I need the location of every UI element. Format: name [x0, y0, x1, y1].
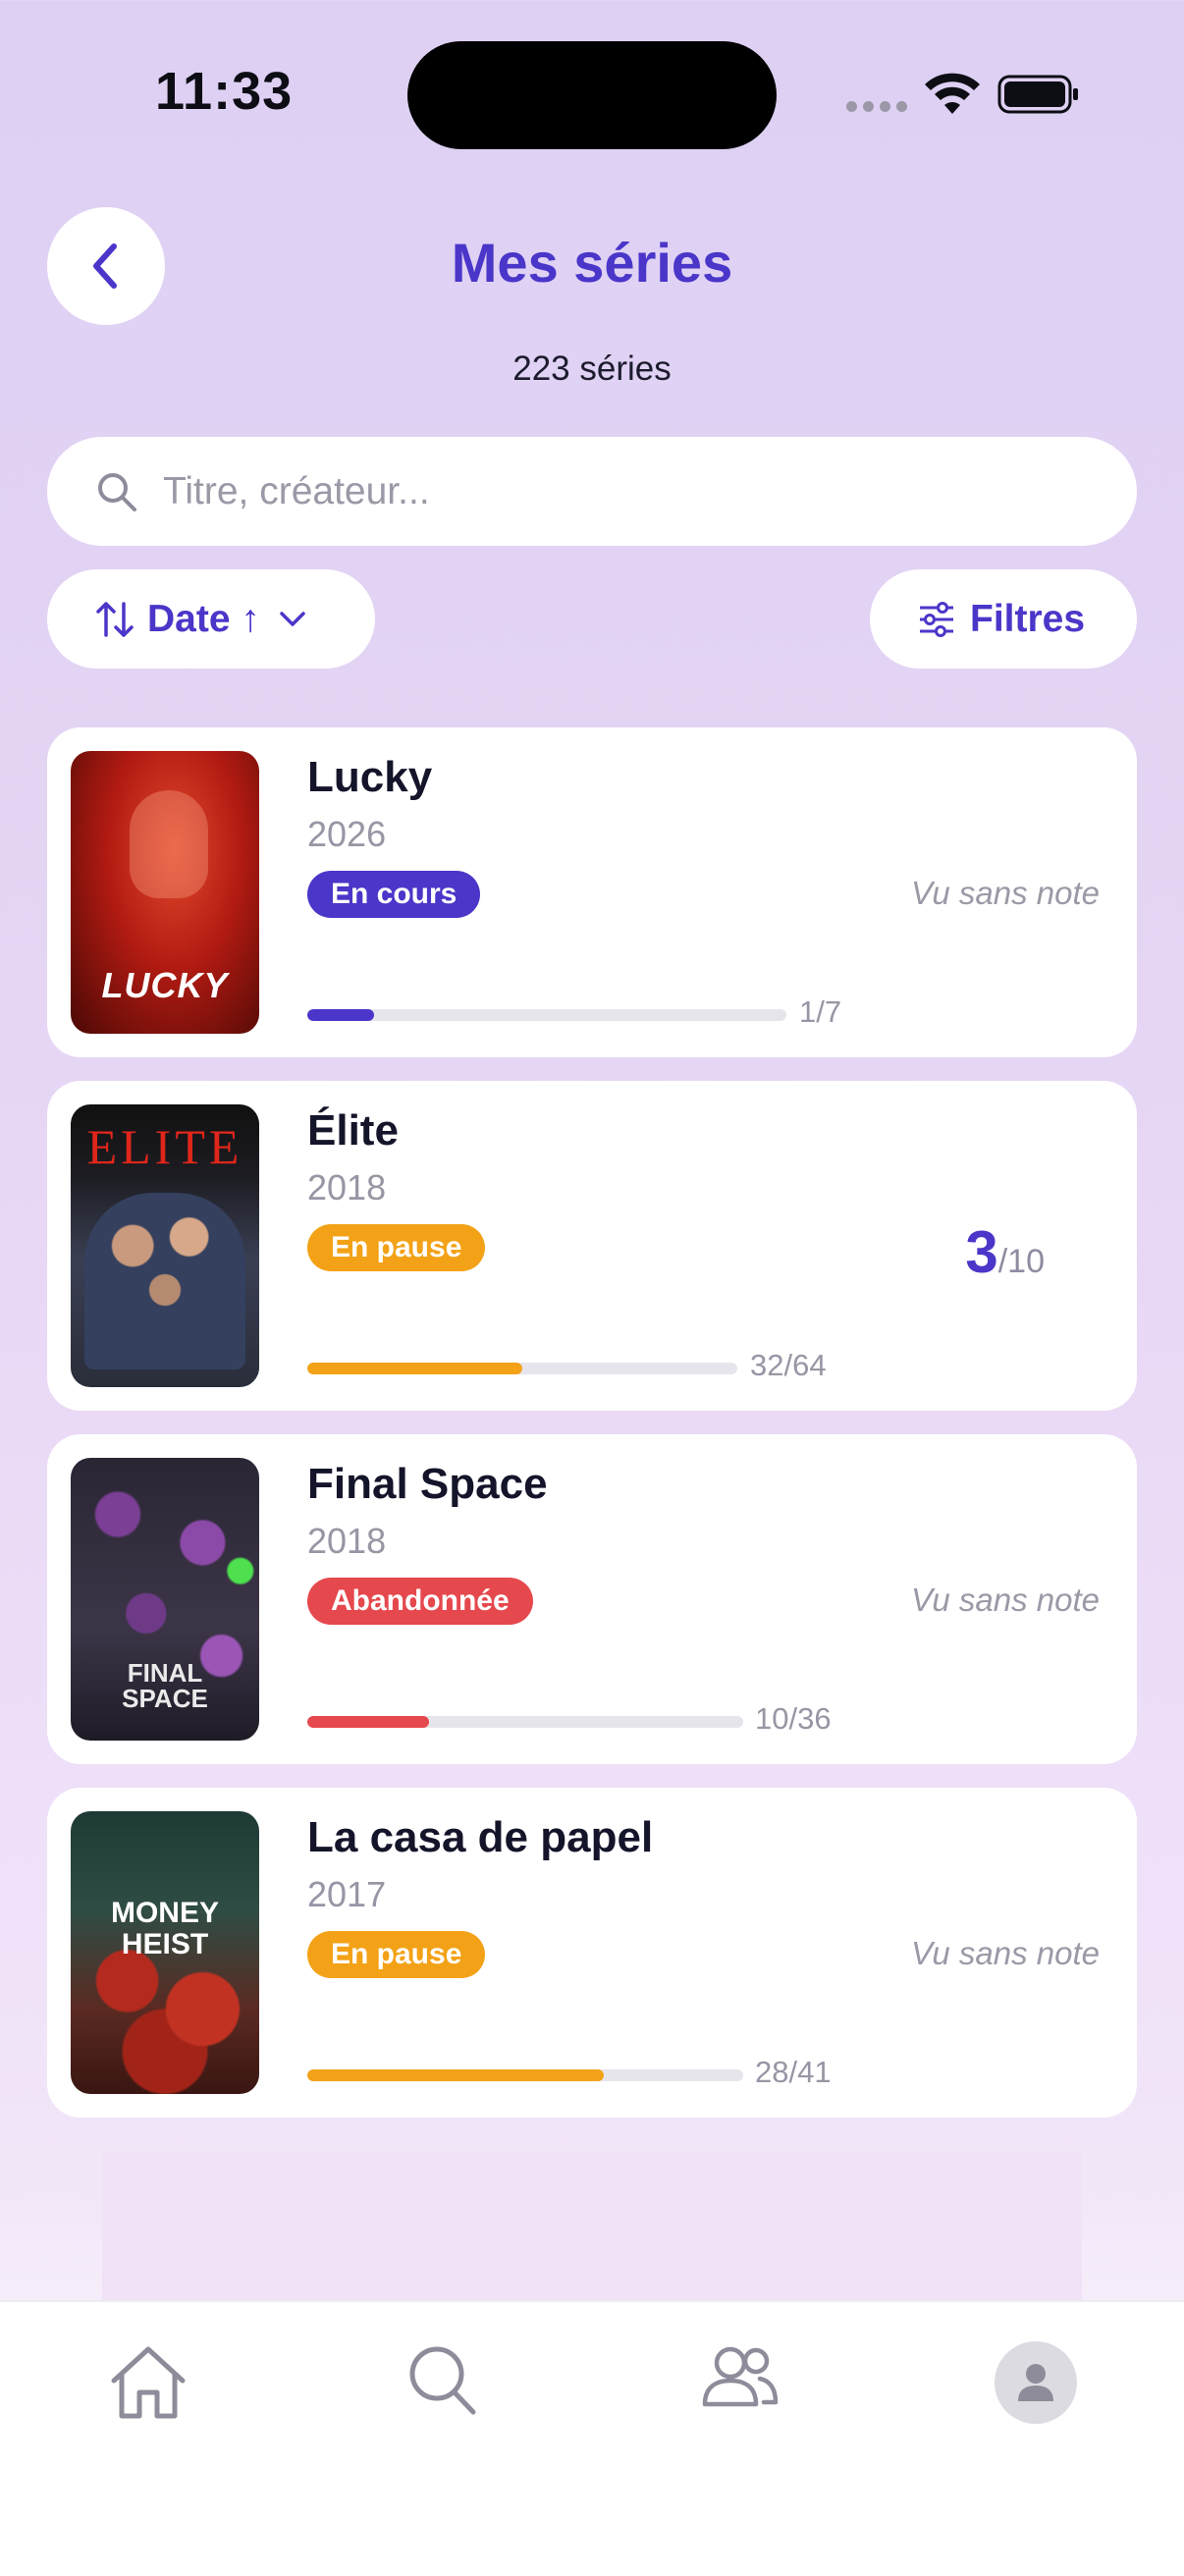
- sort-arrows-icon: [96, 601, 134, 637]
- rating-text: Vu sans note: [910, 1935, 1100, 1971]
- rating-text: Vu sans note: [910, 1582, 1100, 1618]
- rating-value: 3: [965, 1219, 998, 1285]
- filters-button[interactable]: Filtres: [870, 569, 1137, 669]
- status-badge: En cours: [307, 871, 481, 918]
- progress-bar: [307, 1363, 737, 1374]
- sort-label: Date ↑: [147, 597, 260, 640]
- series-card[interactable]: FINAL SPACE Final Space 2018 Abandonnée …: [47, 1434, 1137, 1764]
- poster-image: LUCKY: [71, 751, 259, 1034]
- series-count: 223 séries: [512, 349, 672, 388]
- status-time: 11:33: [155, 62, 294, 121]
- wifi-icon: [925, 73, 980, 114]
- friends-icon[interactable]: [699, 2343, 780, 2412]
- search-input[interactable]: [161, 468, 1049, 514]
- profile-avatar-icon[interactable]: [995, 2341, 1077, 2424]
- sliders-icon: [920, 601, 953, 637]
- status-badge: Abandonnée: [307, 1578, 533, 1625]
- user-silhouette-icon: [1018, 2364, 1053, 2401]
- poster-title-text: LUCKY: [101, 965, 229, 1005]
- filters-label: Filtres: [970, 597, 1086, 640]
- poster-title-text: MONEY HEIST: [110, 1897, 219, 1960]
- search-icon[interactable]: [406, 2343, 479, 2418]
- series-year: 2017: [307, 1874, 387, 1914]
- progress-text: 28/41: [755, 2055, 832, 2089]
- poster-title-text: ELITE: [86, 1119, 243, 1174]
- status-badge: En pause: [307, 1224, 486, 1271]
- signal-dots-icon: [846, 101, 907, 112]
- series-card[interactable]: MONEY HEIST La casa de papel 2017 En pau…: [47, 1788, 1137, 2118]
- progress-text: 1/7: [799, 994, 842, 1029]
- search-icon: [98, 472, 136, 511]
- poster-image: FINAL SPACE: [71, 1458, 259, 1741]
- series-year: 2026: [307, 814, 387, 854]
- series-title: Élite: [307, 1106, 399, 1154]
- series-title: Final Space: [307, 1460, 548, 1508]
- rating-text: Vu sans note: [910, 875, 1100, 911]
- home-icon[interactable]: [108, 2343, 188, 2422]
- progress-text: 32/64: [750, 1348, 827, 1382]
- progress-text: 10/36: [755, 1701, 832, 1736]
- rating-score: 3/10: [965, 1218, 1045, 1286]
- battery-icon: [997, 75, 1078, 114]
- rating-max: /10: [997, 1243, 1045, 1280]
- series-card[interactable]: ELITE Élite 2018 En pause 3/10 32/64: [47, 1081, 1137, 1411]
- sort-button[interactable]: Date ↑: [47, 569, 375, 669]
- page-title: Mes séries: [451, 232, 733, 294]
- progress-bar: [307, 1009, 786, 1021]
- poster-image: MONEY HEIST: [71, 1811, 259, 2094]
- series-card[interactable]: LUCKY Lucky 2026 En cours Vu sans note 1…: [47, 727, 1137, 1057]
- status-badge: En pause: [307, 1931, 486, 1978]
- progress-bar: [307, 2069, 743, 2081]
- poster-image: ELITE: [71, 1104, 259, 1387]
- series-year: 2018: [307, 1521, 387, 1561]
- list-footer-placeholder: [102, 2152, 1082, 2309]
- series-title: Lucky: [307, 753, 433, 801]
- series-title: La casa de papel: [307, 1813, 654, 1861]
- bottom-tab-bar: [0, 2300, 1184, 2576]
- poster-title-text: FINAL SPACE: [122, 1658, 208, 1713]
- chevron-down-icon: [280, 611, 305, 626]
- series-year: 2018: [307, 1167, 387, 1208]
- dynamic-island: [407, 41, 777, 149]
- progress-bar: [307, 1716, 743, 1728]
- search-bar[interactable]: [47, 437, 1137, 546]
